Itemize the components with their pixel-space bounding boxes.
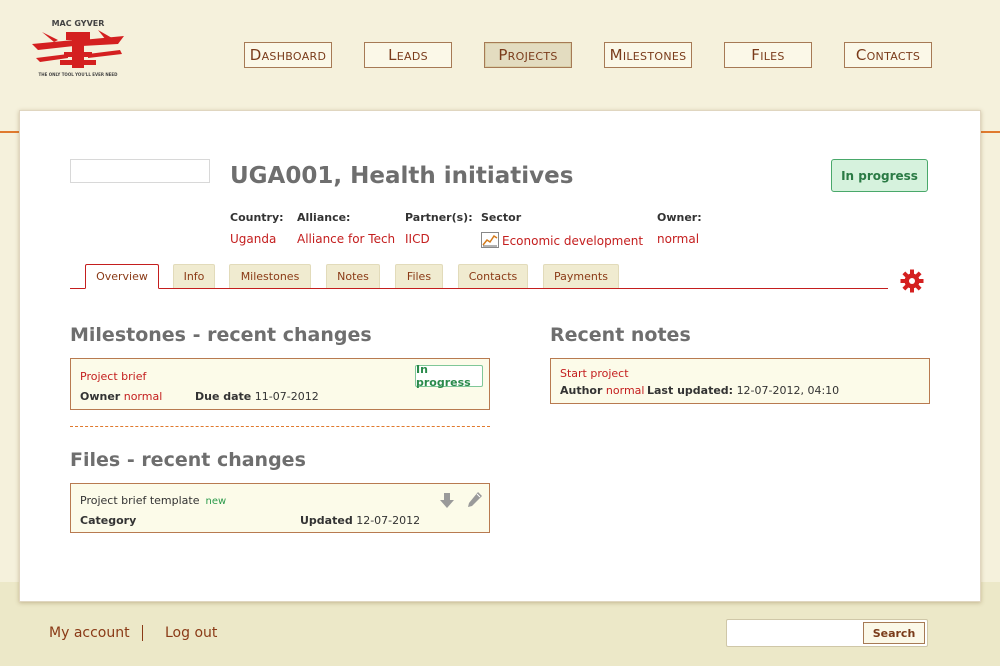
- meta-country: Country: Uganda: [230, 211, 284, 246]
- logo-graphic: MAC GYVER THE ONLY TOOL YOU'LL EVER NEED: [32, 19, 124, 77]
- settings-gear-icon[interactable]: [900, 269, 924, 293]
- project-tabs: Overview Info Milestones Notes Files Con…: [70, 264, 888, 289]
- nav-leads-label: Leads: [388, 46, 428, 64]
- tab-contacts[interactable]: Contacts: [458, 264, 528, 288]
- milestone-item: Project brief In progress Owner normal D…: [70, 358, 490, 410]
- file-name[interactable]: Project brief template: [80, 494, 200, 507]
- file-updated: Updated 12-07-2012: [300, 514, 420, 527]
- tab-milestones[interactable]: Milestones: [229, 264, 311, 288]
- nav-contacts[interactable]: Contacts: [844, 42, 932, 68]
- logo-text-top: MAC GYVER: [52, 19, 105, 28]
- meta-country-label: Country:: [230, 211, 284, 224]
- milestone-owner: Owner normal: [80, 390, 162, 403]
- nav-projects[interactable]: Projects: [484, 42, 572, 68]
- milestone-name[interactable]: Project brief: [80, 370, 146, 383]
- edit-pencil-icon[interactable]: [467, 491, 483, 509]
- chart-icon: [481, 232, 499, 248]
- meta-owner-label: Owner:: [657, 211, 702, 224]
- tab-files[interactable]: Files: [395, 264, 443, 288]
- nav-files-label: Files: [751, 46, 785, 64]
- meta-owner: Owner: normal: [657, 211, 702, 246]
- nav-files[interactable]: Files: [724, 42, 812, 68]
- milestone-due-value: 11-07-2012: [254, 390, 319, 403]
- tab-overview[interactable]: Overview: [85, 264, 159, 289]
- notes-section-title: Recent notes: [550, 324, 691, 346]
- footer-separator: [142, 625, 143, 641]
- project-status-button[interactable]: In progress: [831, 159, 928, 192]
- milestone-owner-label: Owner: [80, 390, 121, 403]
- file-updated-label: Updated: [300, 514, 353, 527]
- project-title: UGA001, Health initiatives: [230, 163, 574, 189]
- file-updated-value: 12-07-2012: [356, 514, 421, 527]
- nav-milestones[interactable]: Milestones: [604, 42, 692, 68]
- tab-info[interactable]: Info: [173, 264, 215, 288]
- tab-notes[interactable]: Notes: [326, 264, 380, 288]
- nav-milestones-label: Milestones: [609, 46, 687, 64]
- note-name[interactable]: Start project: [560, 367, 629, 380]
- search-box: Search: [726, 619, 928, 647]
- meta-country-value[interactable]: Uganda: [230, 232, 284, 246]
- nav-contacts-label: Contacts: [855, 46, 921, 64]
- nav-dashboard-label: Dashboard: [249, 46, 327, 64]
- tab-payments[interactable]: Payments: [543, 264, 619, 288]
- meta-sector: Sector Economic development: [481, 211, 643, 248]
- meta-partners-value[interactable]: IICD: [405, 232, 473, 246]
- log-out-link[interactable]: Log out: [165, 625, 217, 641]
- milestone-owner-value[interactable]: normal: [124, 390, 163, 403]
- note-author-value[interactable]: normal: [606, 384, 645, 397]
- file-category-label: Category: [80, 514, 137, 527]
- nav-projects-label: Projects: [498, 46, 558, 64]
- meta-sector-value-wrap[interactable]: Economic development: [481, 232, 643, 248]
- project-card: UGA001, Health initiatives In progress C…: [19, 110, 981, 602]
- logo-text-bottom: THE ONLY TOOL YOU'LL EVER NEED: [39, 72, 119, 77]
- note-updated-value: 12-07-2012, 04:10: [736, 384, 840, 397]
- milestone-due: Due date 11-07-2012: [195, 390, 319, 403]
- note-author: Author normal: [560, 384, 644, 397]
- macgyver-logo[interactable]: MAC GYVER THE ONLY TOOL YOU'LL EVER NEED: [28, 18, 128, 82]
- meta-alliance-label: Alliance:: [297, 211, 351, 224]
- download-icon[interactable]: [439, 492, 455, 510]
- file-new-tag: new: [205, 496, 227, 507]
- meta-sector-label: Sector: [481, 211, 522, 224]
- nav-dashboard[interactable]: Dashboard: [244, 42, 332, 68]
- note-item: Start project Author normal Last updated…: [550, 358, 930, 404]
- milestone-due-label: Due date: [195, 390, 252, 403]
- nav-leads[interactable]: Leads: [364, 42, 452, 68]
- meta-owner-value[interactable]: normal: [657, 232, 702, 246]
- my-account-link[interactable]: My account: [49, 625, 130, 641]
- section-divider: [70, 426, 490, 427]
- meta-alliance: Alliance: Alliance for Tech: [297, 211, 395, 246]
- project-image-placeholder: [70, 159, 210, 183]
- meta-partners-label: Partner(s):: [405, 211, 473, 224]
- note-updated: Last updated: 12-07-2012, 04:10: [647, 384, 839, 397]
- note-updated-label: Last updated:: [647, 384, 734, 397]
- note-author-label: Author: [560, 384, 603, 397]
- meta-sector-value: Economic development: [502, 234, 644, 248]
- file-name-wrap: Project brief template new: [80, 494, 226, 507]
- search-input[interactable]: [731, 623, 865, 645]
- file-item: Project brief template new Category Updat…: [70, 483, 490, 533]
- milestones-section-title: Milestones - recent changes: [70, 324, 372, 346]
- search-button[interactable]: Search: [863, 622, 925, 644]
- files-section-title: Files - recent changes: [70, 449, 306, 471]
- meta-alliance-value[interactable]: Alliance for Tech: [297, 232, 395, 246]
- meta-partners: Partner(s): IICD: [405, 211, 473, 246]
- milestone-status-badge: In progress: [415, 363, 483, 389]
